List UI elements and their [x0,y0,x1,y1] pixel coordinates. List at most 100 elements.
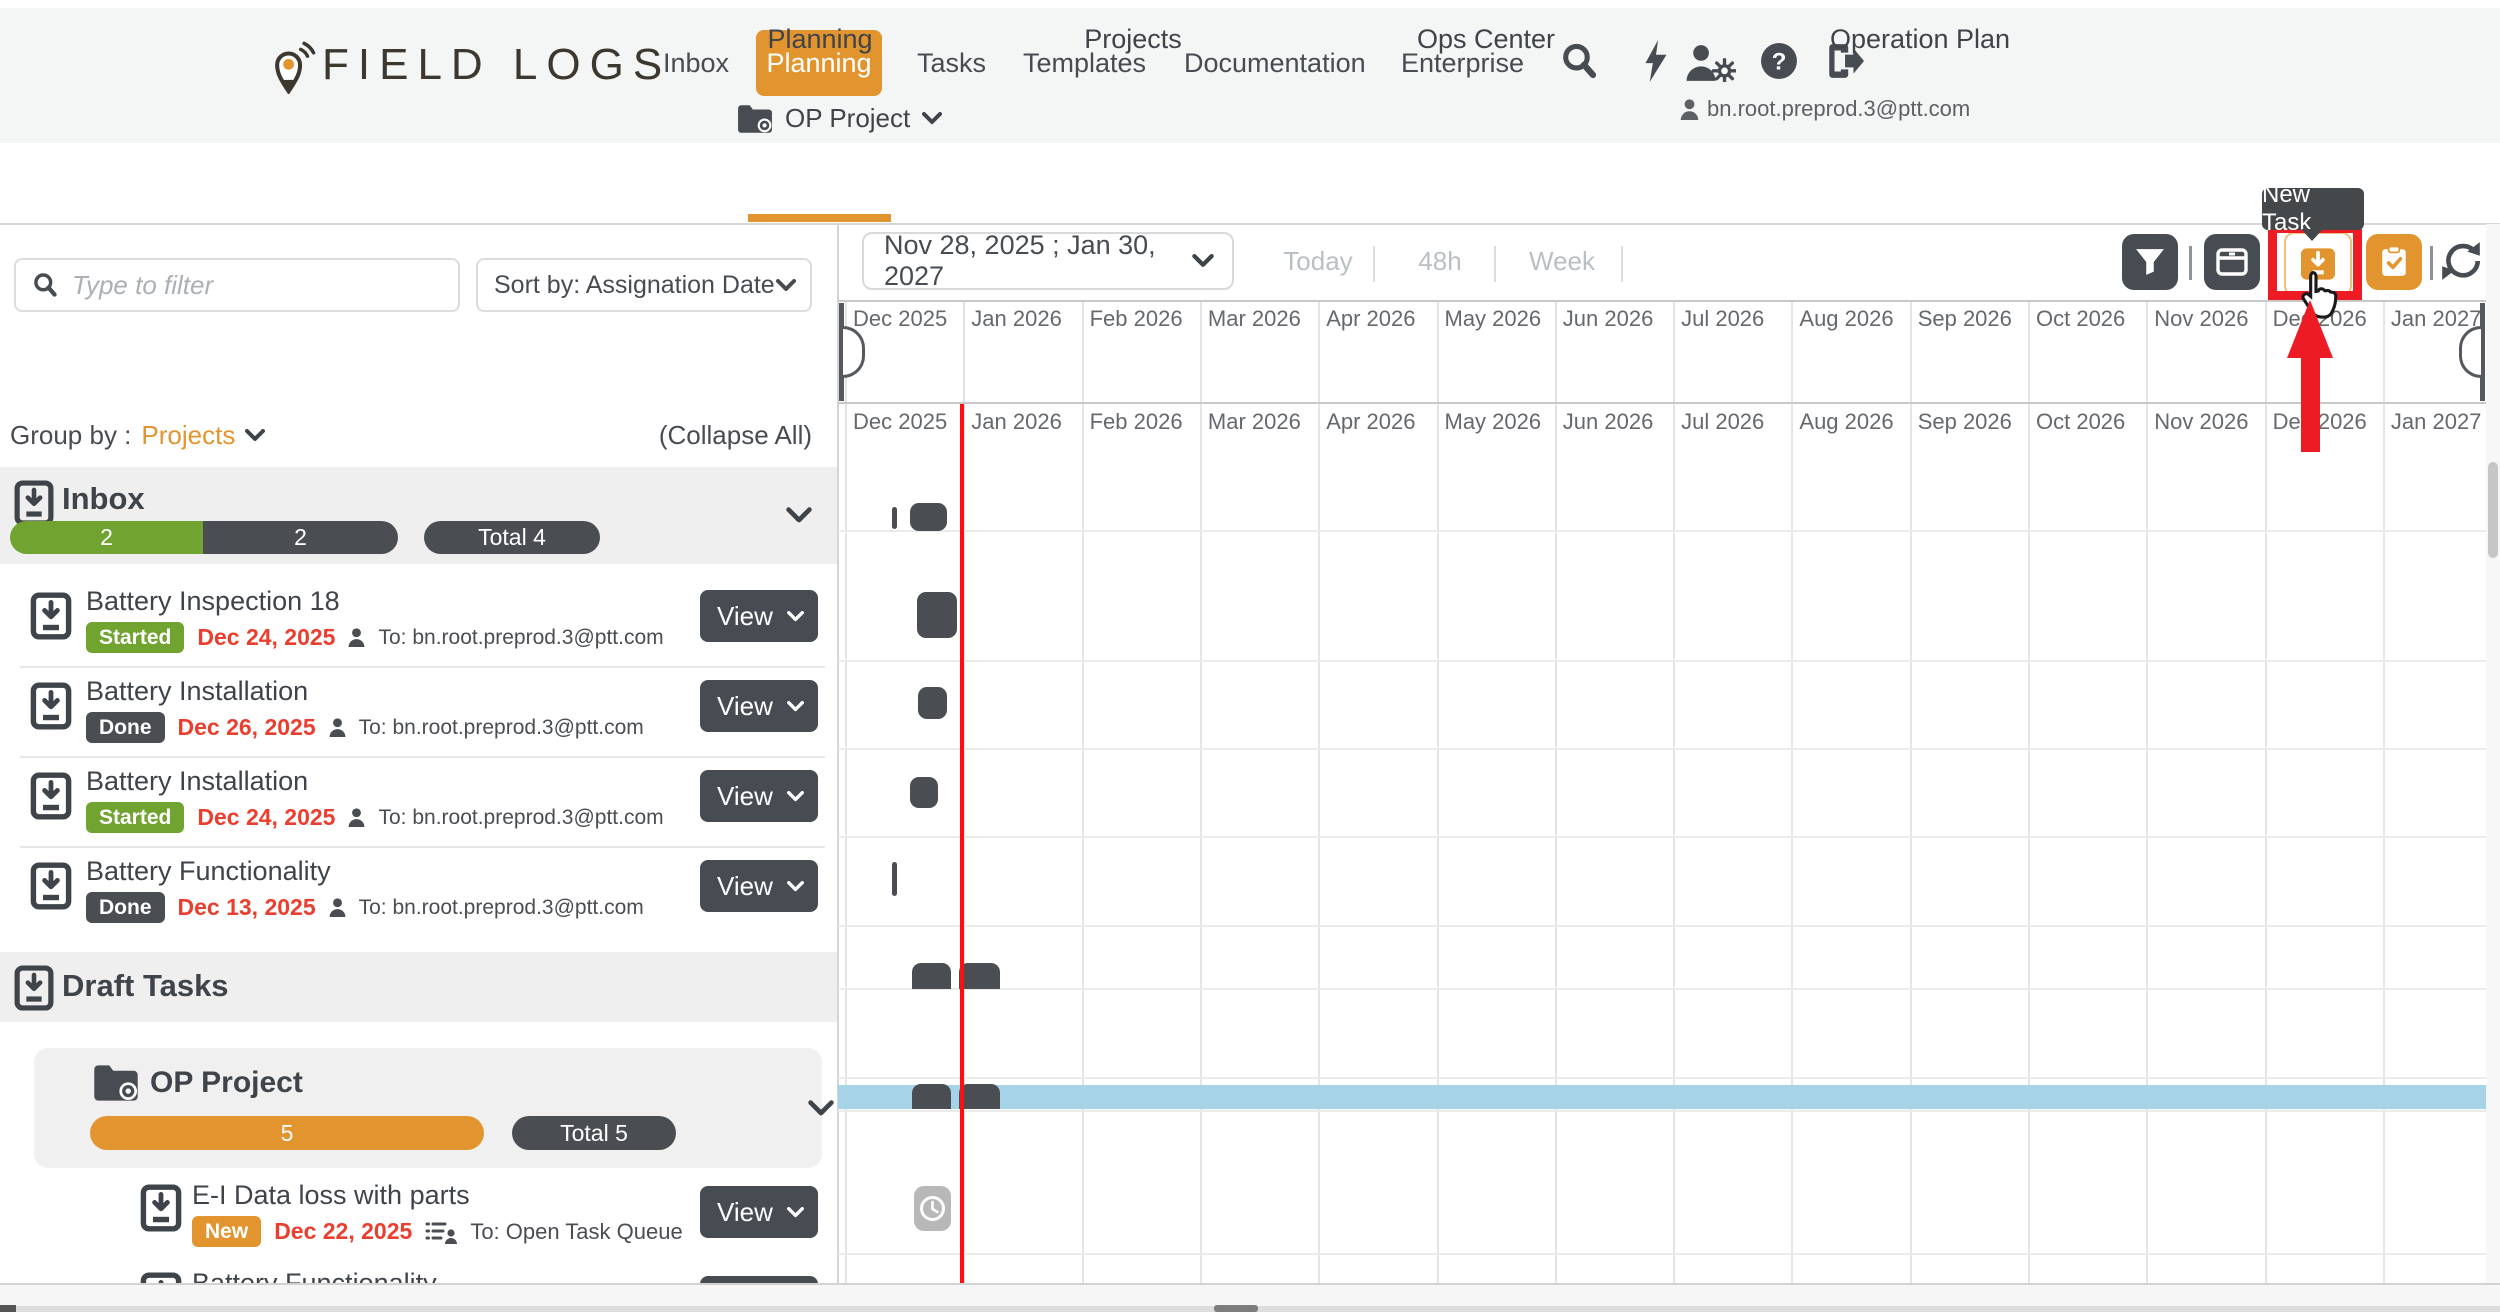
task-title: Battery Inspection 18 [86,586,340,617]
gantt-task-bar[interactable] [959,963,1000,989]
gantt-grid-line [2028,404,2030,1283]
view-button[interactable]: View [700,680,818,732]
today-line [960,404,964,1283]
task-assignee: To: bn.root.preprod.3@ptt.com [359,716,644,740]
task-row[interactable]: Battery Installation Done Dec 26, 2025 T… [0,666,838,754]
archive-button[interactable] [2204,234,2260,290]
chevron-down-icon[interactable] [808,1100,834,1117]
lightning-icon[interactable] [1643,40,1669,82]
nav-tasks[interactable]: Tasks [917,48,986,79]
gantt-task-bar[interactable] [892,862,897,896]
mini-month-label: Dec 2025 [853,306,947,332]
gantt-month-label: Aug 2026 [1799,409,1893,435]
mini-grid-line [2265,302,2267,402]
task-row[interactable]: Battery Installation Started Dec 24, 202… [0,756,838,844]
gantt-month-label: May 2026 [1445,409,1542,435]
gantt-grid-line [1791,404,1793,1283]
gantt-task-bar[interactable] [917,592,957,638]
tab-planning[interactable]: Planning [767,24,872,55]
account-info[interactable]: bn.root.preprod.3@ptt.com [1680,96,1970,122]
tab-projects[interactable]: Projects [1084,24,1182,55]
view-button[interactable]: View [700,1186,818,1238]
gantt-grid-line [1200,404,1202,1283]
highlight-band [838,1085,2486,1109]
search-icon [32,272,58,298]
gantt-grid-line [1910,404,1912,1283]
chevron-down-icon[interactable] [786,507,812,524]
collapse-all-link[interactable]: (Collapse All) [620,420,812,451]
view-button[interactable]: View [700,860,818,912]
checklist-button[interactable] [2366,234,2422,290]
nav-documentation[interactable]: Documentation [1184,48,1366,79]
task-assignee: To: bn.root.preprod.3@ptt.com [378,806,663,830]
op-project-draft-count: 5 [90,1116,484,1150]
view-button[interactable]: View [700,590,818,642]
gantt-task-bar[interactable] [918,687,947,719]
gantt-task-bar[interactable] [910,777,938,808]
vertical-scrollbar-track[interactable] [2486,224,2500,1312]
task-row[interactable]: Battery Functionality Done Dec 13, 2025 … [0,846,838,934]
sort-by-dropdown[interactable]: Sort by: Assignation Date [476,258,812,312]
preset-today[interactable]: Today [1283,246,1352,277]
gantt-month-label: Sep 2026 [1918,409,2012,435]
user-settings-icon[interactable] [1684,44,1736,82]
search-icon[interactable] [1560,42,1598,80]
archive-box-icon [2216,248,2248,276]
gantt-task-bar[interactable] [912,1084,951,1109]
gantt-month-label: Feb 2026 [1090,409,1183,435]
tab-operation-plan[interactable]: Operation Plan [1830,24,2010,55]
pending-task-clock-icon[interactable] [914,1186,951,1231]
gantt-row-line [838,925,2486,927]
sort-by-label: Sort by: Assignation Date [494,271,775,300]
chevron-down-icon [1192,254,1214,268]
nav-inbox[interactable]: Inbox [663,48,729,79]
inbox-group-header[interactable]: Inbox 2 2 Total 4 [0,467,838,564]
view-button-label: View [717,691,773,722]
date-range-label: Nov 28, 2025 ; Jan 30, 2027 [884,230,1192,292]
view-button[interactable]: View [700,770,818,822]
range-handle-left-grip[interactable] [843,326,865,378]
fieldlogs-pin-logo-icon [272,40,316,94]
op-project-group[interactable]: OP Project 5 Total 5 [34,1048,822,1168]
group-by-value[interactable]: Projects [141,420,235,451]
fieldlogs-app: FIELD LOGS Inbox Planning Tasks Template… [0,0,2500,1312]
gantt-month-label: Jan 2027 [2391,409,2482,435]
mini-grid-line [2028,302,2030,402]
active-tab-underline [748,214,891,222]
mini-grid-line [1791,302,1793,402]
gantt-task-bar[interactable] [959,1084,1000,1109]
gantt-grid-line [2146,404,2148,1283]
group-by-control[interactable]: Group by : Projects [10,420,265,451]
help-icon[interactable]: ? [1760,42,1798,80]
gantt-month-label: Nov 2026 [2154,409,2248,435]
gantt-task-bar[interactable] [912,963,951,989]
footer-bar [0,1283,2500,1306]
view-button[interactable]: View [700,1276,818,1283]
preset-week[interactable]: Week [1529,246,1595,277]
mini-month-label: Aug 2026 [1799,306,1893,332]
gantt-month-label: Apr 2026 [1326,409,1415,435]
task-row[interactable]: Battery Inspection 18 Started Dec 24, 20… [0,576,838,664]
status-badge: Started [86,802,184,833]
filter-button[interactable] [2122,234,2178,290]
toolbar-separator [2189,246,2192,280]
preset-48h[interactable]: 48h [1418,246,1461,277]
preset-divider [1494,246,1496,282]
svg-text:?: ? [1772,48,1787,75]
annotation-arrow-head [2287,300,2333,358]
filter-search-field[interactable]: Type to filter [14,258,460,312]
mini-month-label: Sep 2026 [1918,306,2012,332]
project-selector[interactable]: OP Project [737,103,942,134]
horizontal-scrollbar-thumb[interactable] [1214,1305,1258,1312]
range-handle-right-grip[interactable] [2459,326,2481,378]
date-range-selector[interactable]: Nov 28, 2025 ; Jan 30, 2027 [862,232,1234,290]
vertical-scrollbar-thumb[interactable] [2488,462,2498,558]
gantt-task-bar[interactable] [910,503,947,531]
refresh-button[interactable] [2440,238,2482,284]
horizontal-scrollbar-end [0,1305,16,1312]
clipped-task-row[interactable]: Battery Functionality View [0,1264,838,1283]
tab-ops-center[interactable]: Ops Center [1417,24,1555,55]
inbox-tray-icon [30,772,72,820]
task-row[interactable]: E-I Data loss with parts New Dec 22, 202… [0,1176,838,1264]
gantt-task-bar[interactable] [892,507,897,529]
